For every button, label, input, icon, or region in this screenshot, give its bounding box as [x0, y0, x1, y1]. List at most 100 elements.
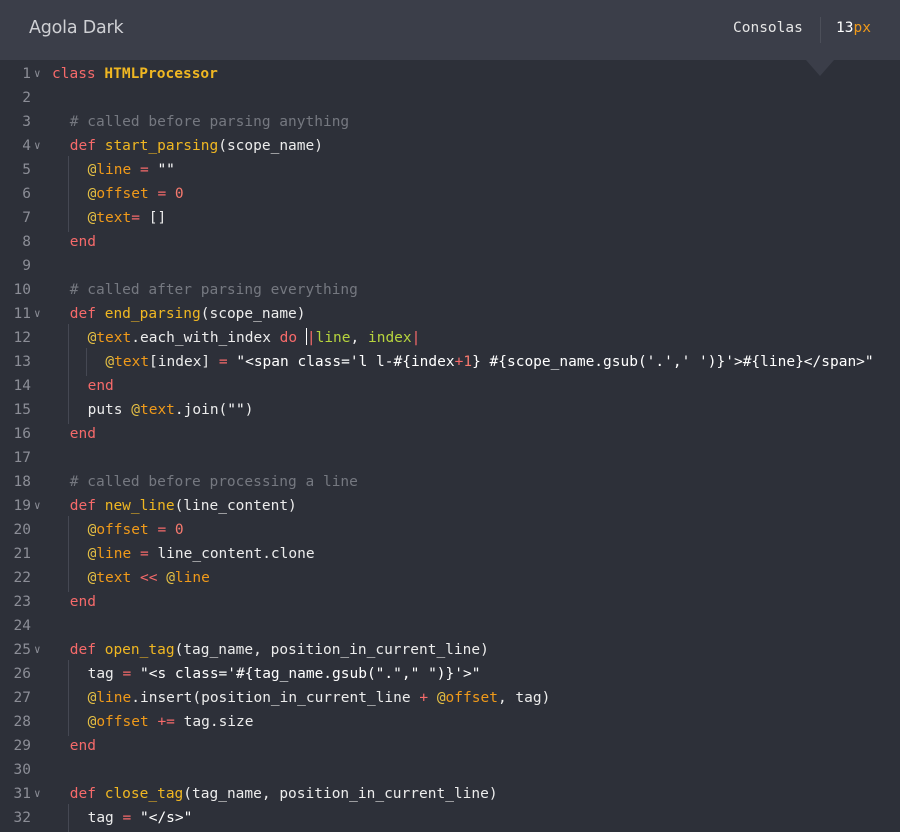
- code-line[interactable]: 15 puts @text.join(""): [0, 396, 900, 424]
- code-token: def: [69, 306, 105, 322]
- theme-name: Agola Dark: [29, 18, 124, 38]
- code-line[interactable]: 17: [0, 446, 900, 470]
- code-token: |: [411, 330, 421, 346]
- code-line[interactable]: 16 end: [0, 422, 900, 446]
- code-editor[interactable]: 1 ∨ class HTMLProcessor 2 3 # called before p…: [0, 62, 900, 832]
- code-token: end: [69, 738, 96, 754]
- code-line[interactable]: 23 end: [0, 590, 900, 614]
- code-line[interactable]: 25 ∨ def open_tag(tag_name, position_in_cu…: [0, 638, 900, 662]
- code-text: end: [70, 230, 96, 254]
- code-text: @line = "": [88, 158, 175, 182]
- code-line[interactable]: 3 # called before parsing anything: [0, 110, 900, 134]
- font-size-unit: px: [853, 20, 871, 36]
- code-token: +: [419, 690, 429, 706]
- code-token: @: [166, 570, 175, 586]
- code-token: def: [69, 498, 105, 514]
- font-family-selector[interactable]: Consolas: [733, 20, 803, 36]
- fold-chevron-down-icon[interactable]: ∨: [34, 782, 44, 806]
- line-number: 17: [13, 450, 31, 466]
- code-line[interactable]: 12 @text.each_with_index do |line, index|: [0, 324, 900, 352]
- code-token: |: [306, 330, 316, 346]
- code-token: "<span class='l l-#{index: [236, 354, 455, 370]
- code-line[interactable]: 30: [0, 758, 900, 782]
- code-text: @offset = 0: [88, 518, 184, 542]
- code-token: (scope_name): [200, 306, 306, 322]
- fold-chevron-down-icon[interactable]: ∨: [34, 134, 44, 158]
- code-token: .insert(position_in_current_line: [131, 690, 420, 706]
- code-text: @offset = 0: [88, 182, 184, 206]
- code-line[interactable]: 9: [0, 254, 900, 278]
- line-number: 12: [13, 330, 31, 346]
- code-line[interactable]: 24: [0, 614, 900, 638]
- code-token: =: [122, 810, 132, 826]
- code-token: end: [69, 426, 96, 442]
- code-token: offset: [96, 186, 149, 202]
- code-line[interactable]: 28 @offset += tag.size: [0, 708, 900, 736]
- fold-chevron-down-icon[interactable]: ∨: [34, 302, 44, 326]
- line-number: 11: [13, 306, 31, 322]
- code-line[interactable]: 18 # called before processing a line: [0, 470, 900, 494]
- code-line[interactable]: 26 tag = "<s class='#{tag_name.gsub(".","…: [0, 660, 900, 688]
- code-token: [index]: [149, 354, 219, 370]
- code-line[interactable]: 2: [0, 86, 900, 110]
- code-line[interactable]: 32 tag = "</s>": [0, 804, 900, 832]
- code-token: offset: [96, 714, 149, 730]
- code-line[interactable]: 8 end: [0, 230, 900, 254]
- fold-chevron-down-icon[interactable]: ∨: [34, 494, 44, 518]
- code-token: text: [96, 210, 132, 226]
- code-token: =: [139, 546, 149, 562]
- code-line[interactable]: 20 @offset = 0: [0, 516, 900, 544]
- code-text: end: [70, 590, 96, 614]
- code-line[interactable]: 29 end: [0, 734, 900, 758]
- indent-guide: [67, 396, 69, 424]
- code-line[interactable]: 21 @line = line_content.clone: [0, 540, 900, 568]
- code-line[interactable]: 22 @text << @line: [0, 564, 900, 592]
- code-line[interactable]: 11 ∨ def end_parsing(scope_name): [0, 302, 900, 326]
- line-number: 10: [13, 282, 31, 298]
- preview-header: Agola Dark Consolas 13px: [0, 0, 900, 60]
- code-token: .each_with_index: [131, 330, 280, 346]
- code-line[interactable]: 31 ∨ def close_tag(tag_name, position_in_c…: [0, 782, 900, 806]
- code-text: tag = "</s>": [88, 806, 193, 830]
- code-line[interactable]: 14 end: [0, 372, 900, 400]
- line-number: 9: [22, 258, 31, 274]
- indent-guide: [67, 708, 69, 736]
- fold-chevron-down-icon[interactable]: ∨: [34, 638, 44, 662]
- code-line[interactable]: 19 ∨ def new_line(line_content): [0, 494, 900, 518]
- code-text: end: [70, 422, 96, 446]
- code-token: <<: [139, 570, 158, 586]
- code-token: .join(: [174, 402, 228, 418]
- code-line[interactable]: 6 @offset = 0: [0, 180, 900, 208]
- fold-chevron-down-icon[interactable]: ∨: [34, 62, 44, 86]
- code-line[interactable]: 10 # called after parsing everything: [0, 278, 900, 302]
- code-text: # called before processing a line: [70, 470, 358, 494]
- code-line[interactable]: 4 ∨ def start_parsing(scope_name): [0, 134, 900, 158]
- code-token: =: [218, 354, 228, 370]
- line-number: 32: [13, 810, 31, 826]
- code-token: line_content.clone: [148, 546, 315, 562]
- code-token: end: [69, 594, 96, 610]
- code-line[interactable]: 13 @text[index] = "<span class='l l-#{ind…: [0, 348, 900, 376]
- code-line[interactable]: 27 @line.insert(position_in_current_line …: [0, 684, 900, 712]
- line-number: 15: [13, 402, 31, 418]
- code-text: puts @text.join(""): [88, 398, 254, 422]
- code-line[interactable]: 1 ∨ class HTMLProcessor: [0, 62, 900, 86]
- code-token: @: [105, 354, 115, 370]
- code-token: end: [87, 378, 114, 394]
- code-token: close_tag: [104, 786, 184, 802]
- code-token: (scope_name): [218, 138, 323, 154]
- line-number: 19: [13, 498, 31, 514]
- code-token: =: [157, 522, 167, 538]
- code-line[interactable]: 5 @line = "": [0, 156, 900, 184]
- code-text: @text.each_with_index do |line, index|: [88, 326, 421, 350]
- code-token: # called after parsing everything: [69, 282, 358, 298]
- code-line[interactable]: 7 @text= []: [0, 204, 900, 232]
- font-size-selector[interactable]: 13px: [836, 20, 871, 36]
- line-number: 24: [13, 618, 31, 634]
- code-token: text: [96, 570, 132, 586]
- code-token: # called before parsing anything: [69, 114, 350, 130]
